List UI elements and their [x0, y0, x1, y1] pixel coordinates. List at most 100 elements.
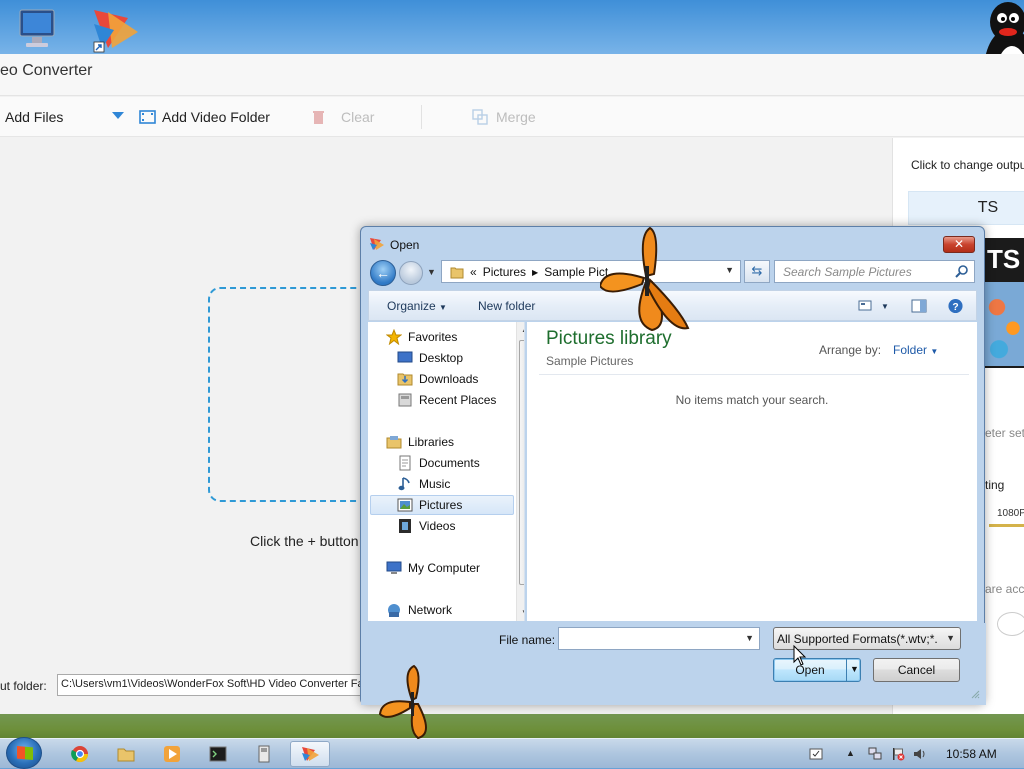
merge-button[interactable]: Merge — [472, 109, 536, 125]
trash-icon — [313, 111, 324, 124]
clear-button[interactable]: Clear — [312, 109, 374, 125]
network-tray-icon[interactable] — [868, 747, 882, 761]
empty-results-message: No items match your search. — [675, 393, 829, 407]
computer-icon — [386, 561, 402, 574]
desktop-icon — [397, 351, 413, 363]
nav-item-desktop[interactable]: Desktop — [397, 348, 463, 368]
taskbar-chrome-button[interactable] — [60, 741, 100, 767]
taskbar-media-player-button[interactable] — [152, 741, 192, 767]
dialog-title: Open — [390, 238, 420, 252]
nav-item-videos-label: Videos — [419, 519, 456, 533]
media-player-icon — [164, 746, 180, 762]
open-options-dropdown-icon[interactable]: ▼ — [846, 658, 862, 682]
view-options-dropdown-icon[interactable]: ▼ — [881, 302, 889, 311]
volume-icon[interactable] — [913, 747, 927, 761]
address-chevrons[interactable]: « — [470, 265, 477, 279]
app-title: eo Converter — [0, 62, 93, 79]
taskbar-explorer-button[interactable] — [106, 741, 146, 767]
recent-locations-dropdown-icon[interactable]: ▼ — [427, 267, 436, 277]
add-files-dropdown-icon[interactable] — [112, 112, 124, 119]
start-button[interactable] — [6, 737, 42, 769]
preview-pane-icon[interactable] — [911, 298, 927, 314]
file-type-dropdown-icon[interactable]: ▼ — [946, 633, 955, 643]
arrange-dropdown-icon: ▼ — [930, 347, 939, 356]
nav-item-music[interactable]: Music — [397, 474, 450, 494]
nav-item-pictures[interactable]: Pictures — [370, 495, 514, 515]
butterfly-gadget-lower — [378, 664, 427, 740]
library-subtitle: Sample Pictures — [546, 354, 634, 368]
nav-item-downloads-label: Downloads — [419, 372, 479, 386]
butterfly-gadget — [600, 226, 690, 332]
nav-item-documents[interactable]: Documents — [397, 453, 480, 473]
nav-item-recent-places[interactable]: Recent Places — [397, 390, 496, 410]
help-icon[interactable]: ? — [947, 298, 964, 314]
refresh-icon: ⇆ — [751, 263, 763, 278]
breadcrumb-pictures[interactable]: Pictures — [483, 265, 526, 279]
action-center-icon[interactable] — [809, 747, 823, 761]
taskbar-clock[interactable]: 10:58 AM — [946, 747, 997, 761]
merge-icon — [472, 109, 488, 125]
windows-logo-icon — [17, 746, 33, 760]
nav-network[interactable]: Network — [386, 600, 452, 620]
nav-item-downloads[interactable]: Downloads — [397, 369, 478, 389]
breadcrumb-sample-pictures[interactable]: Sample Pict — [544, 265, 608, 279]
output-folder-field[interactable]: C:\Users\vm1\Videos\WonderFox Soft\HD Vi… — [57, 674, 367, 696]
flag-warning-icon[interactable] — [891, 747, 905, 761]
new-folder-button[interactable]: New folder — [478, 299, 535, 313]
film-folder-icon — [139, 110, 156, 124]
file-list-pane: Pictures library Sample Pictures Arrange… — [527, 322, 977, 621]
nav-libraries[interactable]: Libraries — [386, 432, 454, 452]
parameter-settings-label[interactable]: eter set — [985, 426, 1024, 440]
taskbar-terminal-button[interactable] — [198, 741, 238, 767]
organize-menu[interactable]: Organize ▼ — [387, 299, 447, 313]
video-converter-shortcut-icon[interactable] — [88, 4, 142, 54]
scroll-down-icon[interactable]: ▼ — [521, 608, 524, 617]
nav-item-videos[interactable]: Videos — [397, 516, 455, 536]
file-name-dropdown-icon[interactable]: ▼ — [745, 633, 754, 643]
format-thumbnail[interactable]: TS — [985, 238, 1024, 368]
file-name-input[interactable]: ▼ — [558, 627, 760, 650]
nav-my-computer-label: My Computer — [408, 561, 481, 575]
clear-label: Clear — [341, 109, 375, 125]
computer-desktop-icon[interactable] — [12, 4, 66, 54]
taskbar-device-button[interactable] — [244, 741, 284, 767]
search-icon[interactable] — [954, 264, 970, 280]
show-hidden-icons-icon[interactable]: ▲ — [846, 748, 860, 762]
back-button[interactable]: ← — [370, 260, 396, 286]
nav-network-label: Network — [408, 603, 453, 617]
cancel-button[interactable]: Cancel — [873, 658, 960, 682]
file-name-label: File name: — [499, 633, 556, 647]
music-note-icon — [398, 477, 410, 491]
dialog-close-button[interactable]: ✕ — [943, 236, 975, 253]
navigation-scrollbar[interactable]: ▲ ▼ — [516, 322, 524, 621]
nav-my-computer[interactable]: My Computer — [386, 558, 480, 578]
change-view-icon[interactable] — [858, 298, 872, 314]
hardware-acceleration-label: are acc — [985, 582, 1024, 596]
arrange-by-dropdown[interactable]: Folder ▼ — [893, 343, 938, 357]
search-box[interactable]: Search Sample Pictures — [774, 260, 975, 283]
change-output-label: Click to change outpu — [911, 158, 1024, 172]
svg-text:?: ? — [952, 302, 958, 313]
organize-dropdown-icon: ▼ — [439, 303, 447, 312]
add-video-folder-button[interactable]: Add Video Folder — [139, 109, 270, 125]
add-video-folder-label: Add Video Folder — [162, 109, 270, 125]
dialog-footer: File name: ▼ All Supported Formats(*.wtv… — [361, 623, 986, 705]
quality-slider[interactable] — [989, 524, 1024, 527]
library-header-divider — [539, 374, 969, 375]
taskbar-video-converter-button[interactable] — [290, 741, 330, 767]
forward-button[interactable] — [399, 261, 423, 285]
back-arrow-icon: ← — [376, 265, 390, 281]
film-icon — [399, 519, 411, 533]
arrange-by-label: Arrange by: — [819, 343, 882, 357]
refresh-button[interactable]: ⇆ — [744, 260, 770, 283]
scroll-up-icon[interactable]: ▲ — [521, 325, 524, 334]
nav-favorites[interactable]: Favorites — [386, 327, 457, 347]
resize-grip-icon[interactable] — [970, 689, 980, 699]
chrome-icon — [71, 746, 89, 763]
address-bar[interactable]: « Pictures ▶ Sample Pict ▼ — [441, 260, 741, 283]
output-format-button[interactable]: TS — [908, 191, 1024, 225]
address-dropdown-icon[interactable]: ▼ — [725, 265, 734, 275]
downloads-folder-icon — [397, 373, 413, 386]
add-files-button[interactable]: Add Files — [5, 109, 63, 125]
scrollbar-thumb[interactable] — [519, 340, 524, 585]
